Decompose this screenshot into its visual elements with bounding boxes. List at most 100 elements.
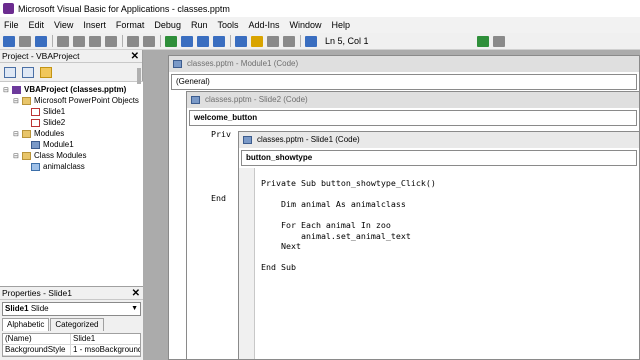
code-window-title-text: classes.pptm - Module1 (Code) xyxy=(187,59,299,68)
code-editor[interactable]: Private Sub button_showtype_Click() Dim … xyxy=(239,168,639,359)
code-window-slide1[interactable]: classes.pptm - Slide1 (Code) button_show… xyxy=(238,131,640,360)
properties-window: Properties - Slide1 ✕ Slide1 Slide ▼ Alp… xyxy=(0,286,143,360)
tree-node-module1[interactable]: Module1 xyxy=(31,140,74,149)
tab-categorized[interactable]: Categorized xyxy=(50,318,104,331)
code-line[interactable]: End Sub xyxy=(261,262,436,273)
cut-icon[interactable] xyxy=(57,35,69,47)
reset-icon[interactable] xyxy=(197,35,209,47)
tree-node-label: Microsoft PowerPoint Objects xyxy=(34,96,139,105)
code-line[interactable] xyxy=(261,252,436,263)
close-icon[interactable]: ✕ xyxy=(132,287,140,300)
toolbar-separator xyxy=(160,35,161,47)
menu-view[interactable]: View xyxy=(54,20,73,30)
properties-tabs: Alphabetic Categorized xyxy=(0,318,143,331)
vba-app-icon xyxy=(3,3,14,14)
tree-node-slide1[interactable]: Slide1 xyxy=(31,107,66,116)
object-selector[interactable]: Slide1 Slide ▼ xyxy=(2,302,141,316)
code-line[interactable]: animal.set_animal_text xyxy=(261,231,436,242)
object-combo-value: welcome_button xyxy=(194,113,258,122)
view-object-icon[interactable] xyxy=(22,66,34,78)
menu-format[interactable]: Format xyxy=(116,20,145,30)
tree-node-label: Class Modules xyxy=(34,151,87,160)
copy-icon[interactable] xyxy=(73,35,85,47)
menu-window[interactable]: Window xyxy=(290,20,322,30)
code-line[interactable]: End xyxy=(211,193,226,203)
menu-insert[interactable]: Insert xyxy=(83,20,106,30)
code-line[interactable] xyxy=(261,210,436,221)
tree-node-animalclass[interactable]: animalclass xyxy=(31,162,85,171)
standard-toolbar: Ln 5, Col 1 xyxy=(0,33,640,50)
collapse-icon[interactable]: ⊟ xyxy=(13,97,21,105)
undo-icon[interactable] xyxy=(127,35,139,47)
chevron-down-icon[interactable]: ▼ xyxy=(131,303,138,315)
code-line[interactable]: Private Sub button_showtype_Click() xyxy=(261,178,436,189)
code-body[interactable]: Private Sub button_showtype_Click() Dim … xyxy=(261,178,436,273)
object-combo-value: button_showtype xyxy=(246,153,313,162)
tab-alphabetic[interactable]: Alphabetic xyxy=(2,318,50,331)
menu-edit[interactable]: Edit xyxy=(29,20,45,30)
tree-node-class-modules[interactable]: ⊟ Class Modules xyxy=(13,151,86,160)
project-panel-title-text: Project - VBAProject xyxy=(2,51,80,61)
object-type: Slide xyxy=(30,304,49,313)
redo-icon[interactable] xyxy=(143,35,155,47)
code-line[interactable]: Dim animal As animalclass xyxy=(261,199,436,210)
help-icon[interactable] xyxy=(305,35,317,47)
module-icon xyxy=(173,60,182,68)
paste-icon[interactable] xyxy=(89,35,101,47)
property-row[interactable]: (Name) Slide1 xyxy=(3,334,140,345)
margin-indicator-bar xyxy=(239,168,255,359)
sync-icon[interactable] xyxy=(476,35,489,47)
module-icon xyxy=(243,136,252,144)
folder-icon xyxy=(22,96,31,105)
design-mode-icon[interactable] xyxy=(213,35,225,47)
toggle-folders-icon[interactable] xyxy=(40,66,52,78)
toolbox-icon[interactable] xyxy=(283,35,295,47)
object-combo[interactable]: button_showtype xyxy=(241,150,637,166)
code-line[interactable] xyxy=(261,189,436,200)
object-combo[interactable]: (General) xyxy=(171,74,637,90)
tree-node-modules[interactable]: ⊟ Modules xyxy=(13,129,64,138)
save-icon[interactable] xyxy=(35,35,47,47)
view-code-icon[interactable] xyxy=(4,66,16,78)
menu-file[interactable]: File xyxy=(4,20,19,30)
toolbar-overflow-icon[interactable] xyxy=(492,35,505,47)
object-combo-value: (General) xyxy=(176,77,210,86)
toolbar-separator xyxy=(52,35,53,47)
property-value[interactable]: Slide1 xyxy=(71,334,140,344)
menu-run[interactable]: Run xyxy=(191,20,208,30)
code-line[interactable]: For Each animal In zoo xyxy=(261,220,436,231)
toolbar-separator xyxy=(300,35,301,47)
toolbar-separator xyxy=(230,35,231,47)
menu-bar: File Edit View Insert Format Debug Run T… xyxy=(0,17,640,33)
properties-panel-title-text: Properties - Slide1 xyxy=(2,288,72,298)
object-browser-icon[interactable] xyxy=(267,35,279,47)
properties-window-icon[interactable] xyxy=(251,35,263,47)
insert-module-icon[interactable] xyxy=(19,35,31,47)
close-icon[interactable]: ✕ xyxy=(131,50,139,63)
break-icon[interactable] xyxy=(181,35,193,47)
property-row[interactable]: BackgroundStyle 1 - msoBackgroundS xyxy=(3,345,140,356)
tree-node-slide2[interactable]: Slide2 xyxy=(31,118,65,127)
menu-tools[interactable]: Tools xyxy=(217,20,238,30)
project-panel-title: Project - VBAProject ✕ xyxy=(0,50,142,63)
collapse-icon[interactable]: ⊟ xyxy=(13,152,21,160)
tree-node-label: VBAProject (classes.pptm) xyxy=(24,85,127,94)
tree-node-vbaproject[interactable]: ⊟ VBAProject (classes.pptm) xyxy=(3,85,126,94)
code-line[interactable]: Priv xyxy=(211,129,231,139)
collapse-icon[interactable]: ⊟ xyxy=(13,130,21,138)
run-icon[interactable] xyxy=(165,35,177,47)
collapse-icon[interactable]: ⊟ xyxy=(3,86,11,94)
view-powerpoint-icon[interactable] xyxy=(3,35,15,47)
menu-help[interactable]: Help xyxy=(332,20,351,30)
find-icon[interactable] xyxy=(105,35,117,47)
panel-splitter[interactable] xyxy=(137,68,141,84)
property-key: (Name) xyxy=(3,334,71,344)
tree-node-label: Slide2 xyxy=(43,118,66,127)
menu-add-ins[interactable]: Add-Ins xyxy=(248,20,279,30)
menu-debug[interactable]: Debug xyxy=(154,20,181,30)
object-combo[interactable]: welcome_button xyxy=(189,110,637,126)
property-value[interactable]: 1 - msoBackgroundS xyxy=(71,345,140,355)
project-explorer-icon[interactable] xyxy=(235,35,247,47)
tree-node-ppt-objects[interactable]: ⊟ Microsoft PowerPoint Objects xyxy=(13,96,139,105)
code-line[interactable]: Next xyxy=(261,241,436,252)
